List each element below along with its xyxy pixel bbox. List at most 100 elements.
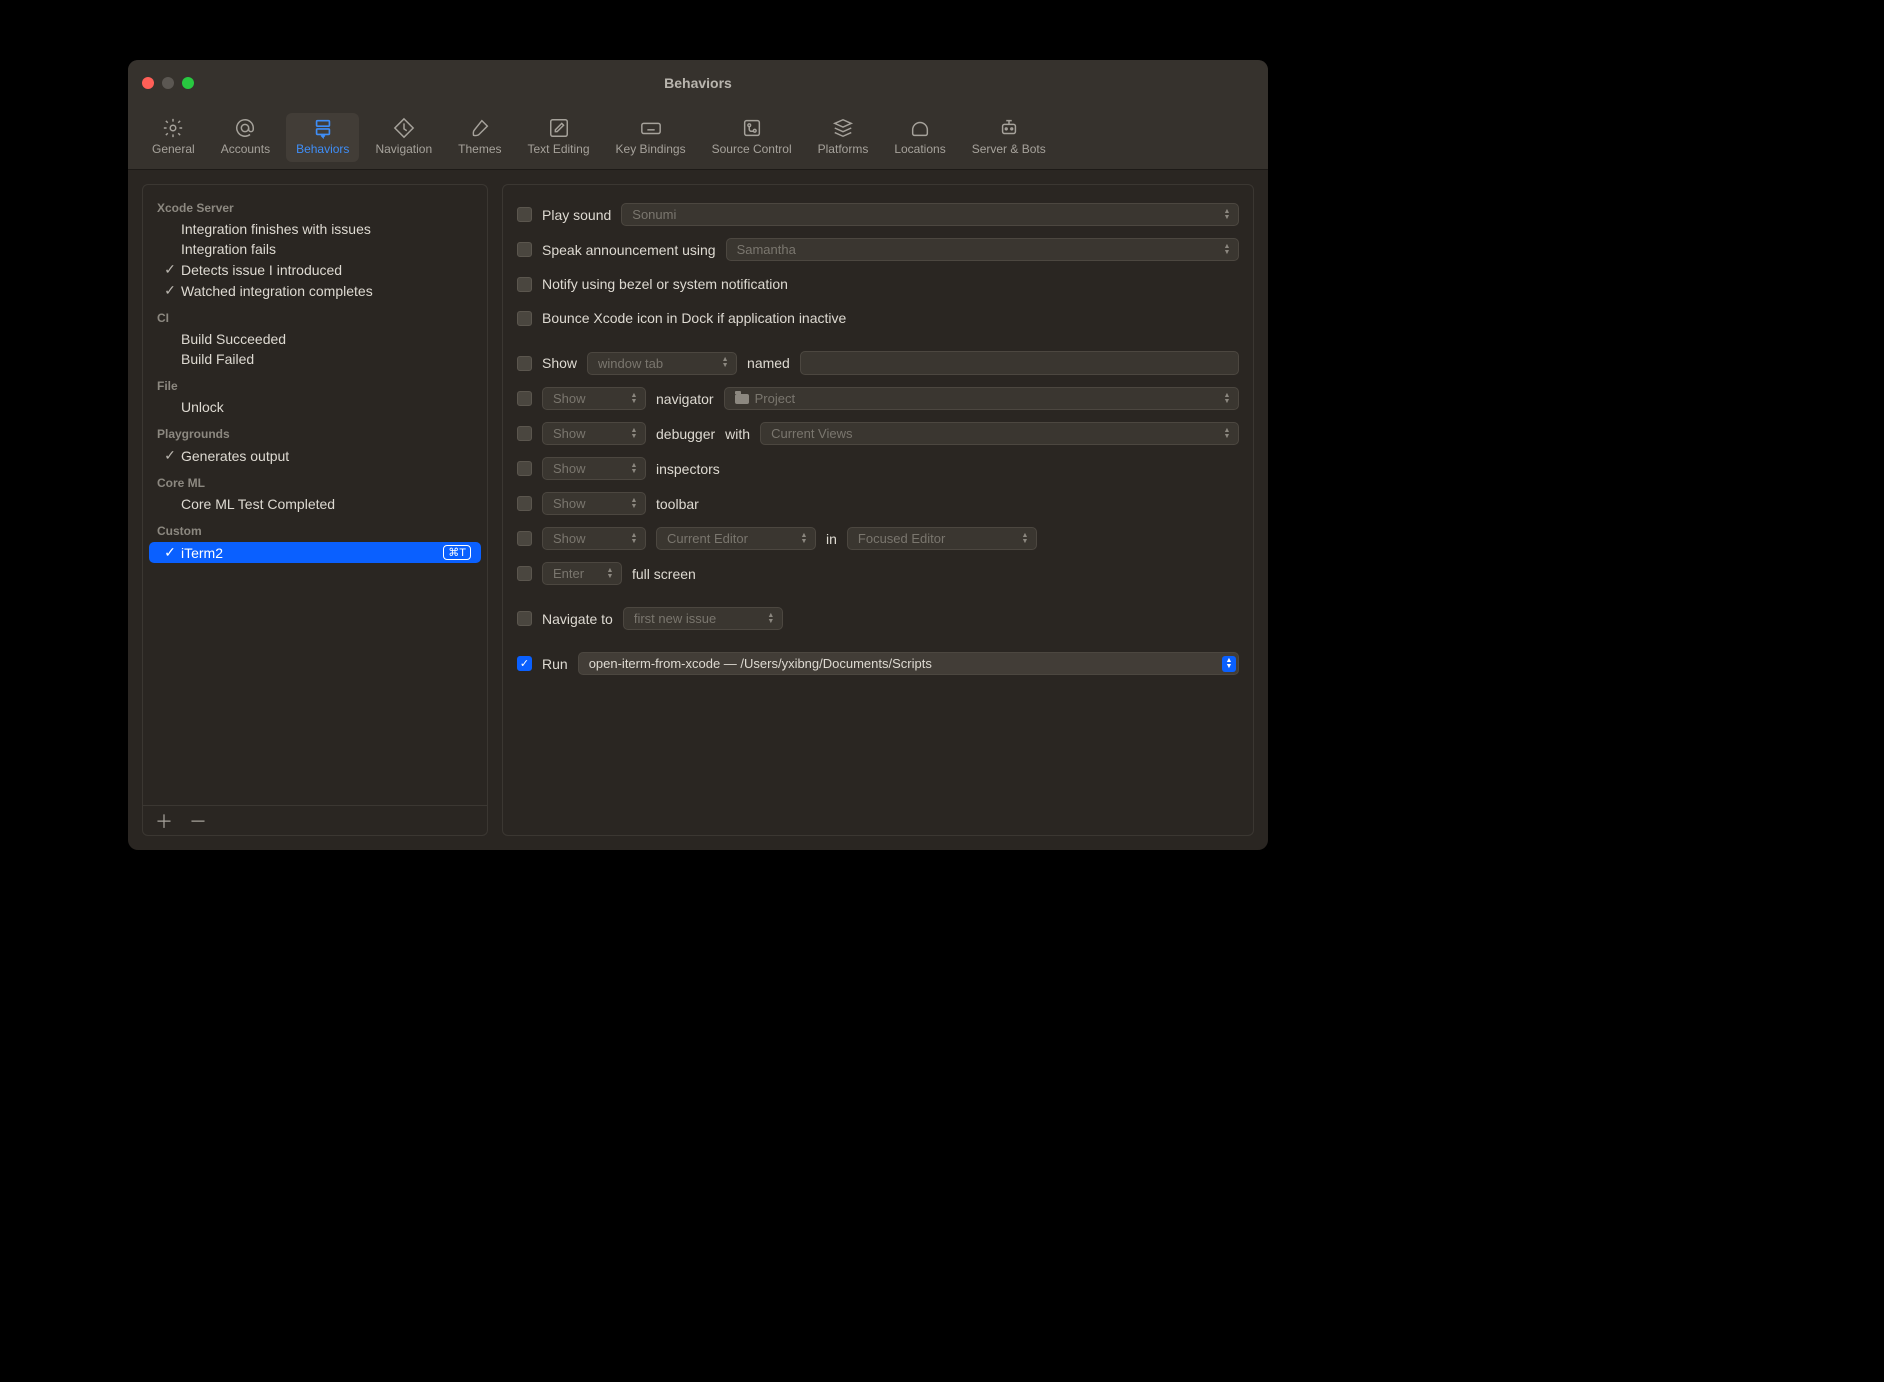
row-show-tab: Show window tab ▲▼ named bbox=[517, 345, 1239, 381]
sidebar-footer: ＋ － bbox=[143, 805, 487, 835]
checkbox-notify[interactable] bbox=[517, 277, 532, 292]
sidebar-item-label: Generates output bbox=[181, 448, 477, 464]
row-inspectors: Show ▲▼ inspectors bbox=[517, 451, 1239, 486]
select-fullscreen-action[interactable]: Enter ▲▼ bbox=[542, 562, 622, 585]
sidebar-item[interactable]: Core ML Test Completed bbox=[143, 494, 487, 514]
select-toolbar-action[interactable]: Show ▲▼ bbox=[542, 492, 646, 515]
tab-key-bindings[interactable]: Key Bindings bbox=[606, 113, 696, 162]
sidebar-item[interactable]: Integration finishes with issues bbox=[143, 219, 487, 239]
select-value: Show bbox=[553, 426, 586, 441]
sidebar-item-label: Core ML Test Completed bbox=[181, 496, 477, 512]
sidebar-item[interactable]: Unlock bbox=[143, 397, 487, 417]
label-show: Show bbox=[542, 355, 577, 371]
chevron-updown-icon: ▲▼ bbox=[1220, 428, 1234, 440]
window-title: Behaviors bbox=[128, 75, 1268, 91]
label-notify: Notify using bezel or system notificatio… bbox=[542, 276, 788, 292]
add-button[interactable]: ＋ bbox=[155, 808, 173, 834]
label-run: Run bbox=[542, 656, 568, 672]
checkmark-icon: ✓ bbox=[163, 282, 177, 299]
chevron-updown-icon: ▲▼ bbox=[627, 393, 641, 405]
tab-label: Source Control bbox=[712, 142, 792, 156]
sidebar-item-label: Integration finishes with issues bbox=[181, 221, 477, 237]
tab-themes[interactable]: Themes bbox=[448, 113, 511, 162]
tab-locations[interactable]: Locations bbox=[884, 113, 955, 162]
select-value: Current Views bbox=[771, 426, 852, 441]
sidebar-item[interactable]: Integration fails bbox=[143, 239, 487, 259]
remove-button[interactable]: － bbox=[189, 808, 207, 834]
select-debugger-value[interactable]: Current Views ▲▼ bbox=[760, 422, 1239, 445]
select-window-tab[interactable]: window tab ▲▼ bbox=[587, 352, 737, 375]
row-debugger: Show ▲▼ debugger with Current Views ▲▼ bbox=[517, 416, 1239, 451]
checkbox-run[interactable]: ✓ bbox=[517, 656, 532, 671]
row-speak: Speak announcement using Samantha ▲▼ bbox=[517, 232, 1239, 267]
checkbox-inspectors[interactable] bbox=[517, 461, 532, 476]
checkbox-show-tab[interactable] bbox=[517, 356, 532, 371]
tab-platforms[interactable]: Platforms bbox=[808, 113, 879, 162]
checkbox-bounce[interactable] bbox=[517, 311, 532, 326]
select-debugger-action[interactable]: Show ▲▼ bbox=[542, 422, 646, 445]
sidebar-item[interactable]: ✓Watched integration completes bbox=[143, 280, 487, 301]
label-with: with bbox=[725, 426, 750, 442]
sidebar-item[interactable]: Build Failed bbox=[143, 349, 487, 369]
select-editor-action[interactable]: Show ▲▼ bbox=[542, 527, 646, 550]
tab-general[interactable]: General bbox=[142, 113, 205, 162]
checkbox-navigator[interactable] bbox=[517, 391, 532, 406]
tab-label: Accounts bbox=[221, 142, 270, 156]
select-inspectors-action[interactable]: Show ▲▼ bbox=[542, 457, 646, 480]
checkbox-speak[interactable] bbox=[517, 242, 532, 257]
sidebar-item[interactable]: Build Succeeded bbox=[143, 329, 487, 349]
label-inspectors: inspectors bbox=[656, 461, 720, 477]
checkbox-navigate[interactable] bbox=[517, 611, 532, 626]
sidebar-item-label: Watched integration completes bbox=[181, 283, 477, 299]
checkbox-debugger[interactable] bbox=[517, 426, 532, 441]
chevron-updown-icon: ▲▼ bbox=[627, 533, 641, 545]
checkbox-play-sound[interactable] bbox=[517, 207, 532, 222]
tab-navigation[interactable]: Navigation bbox=[365, 113, 442, 162]
sidebar-scroll[interactable]: Xcode Server Integration finishes with i… bbox=[143, 185, 487, 805]
chevron-updown-icon: ▲▼ bbox=[1220, 393, 1234, 405]
behaviors-icon bbox=[312, 117, 334, 139]
keyboard-icon bbox=[640, 117, 662, 139]
checkmark-icon: ✓ bbox=[163, 447, 177, 464]
tab-behaviors[interactable]: Behaviors bbox=[286, 113, 359, 162]
tab-label: Server & Bots bbox=[972, 142, 1046, 156]
select-run-script[interactable]: open-iterm-from-xcode — /Users/yxibng/Do… bbox=[578, 652, 1239, 675]
checkbox-toolbar[interactable] bbox=[517, 496, 532, 511]
tab-source-control[interactable]: Source Control bbox=[702, 113, 802, 162]
preferences-toolbar: General Accounts Behaviors Navigation Th… bbox=[128, 106, 1268, 170]
select-navigate-value[interactable]: first new issue ▲▼ bbox=[623, 607, 783, 630]
select-editor-value1[interactable]: Current Editor ▲▼ bbox=[656, 527, 816, 550]
input-tab-name[interactable] bbox=[800, 351, 1239, 375]
sidebar-item[interactable]: ✓Detects issue I introduced bbox=[143, 259, 487, 280]
select-value: Enter bbox=[553, 566, 584, 581]
behaviors-sidebar: Xcode Server Integration finishes with i… bbox=[142, 184, 488, 836]
checkbox-editor[interactable] bbox=[517, 531, 532, 546]
select-navigator-action[interactable]: Show ▲▼ bbox=[542, 387, 646, 410]
select-navigator-value[interactable]: Project ▲▼ bbox=[724, 387, 1239, 410]
sidebar-item-iterm2[interactable]: ✓ iTerm2 ⌘T bbox=[149, 542, 481, 563]
select-voice[interactable]: Samantha ▲▼ bbox=[726, 238, 1239, 261]
tab-label: Platforms bbox=[818, 142, 869, 156]
group-ci: CI bbox=[143, 301, 487, 329]
row-navigator: Show ▲▼ navigator Project ▲▼ bbox=[517, 381, 1239, 416]
tab-server-bots[interactable]: Server & Bots bbox=[962, 113, 1056, 162]
tab-accounts[interactable]: Accounts bbox=[211, 113, 280, 162]
tab-text-editing[interactable]: Text Editing bbox=[518, 113, 600, 162]
tab-label: Behaviors bbox=[296, 142, 349, 156]
checkbox-fullscreen[interactable] bbox=[517, 566, 532, 581]
row-navigate: Navigate to first new issue ▲▼ bbox=[517, 601, 1239, 636]
sidebar-item-label: iTerm2 bbox=[181, 545, 439, 561]
folder-icon bbox=[735, 394, 749, 404]
select-value: Focused Editor bbox=[858, 531, 945, 546]
select-value: Project bbox=[755, 391, 795, 406]
sidebar-item[interactable]: ✓Generates output bbox=[143, 445, 487, 466]
main-content: Xcode Server Integration finishes with i… bbox=[128, 170, 1268, 850]
chevron-updown-icon: ▲▼ bbox=[627, 498, 641, 510]
select-value: window tab bbox=[598, 356, 663, 371]
select-editor-value2[interactable]: Focused Editor ▲▼ bbox=[847, 527, 1037, 550]
brush-icon bbox=[469, 117, 491, 139]
select-sound[interactable]: Sonumi ▲▼ bbox=[621, 203, 1239, 226]
gear-icon bbox=[162, 117, 184, 139]
checkmark-icon: ✓ bbox=[163, 261, 177, 278]
row-fullscreen: Enter ▲▼ full screen bbox=[517, 556, 1239, 591]
